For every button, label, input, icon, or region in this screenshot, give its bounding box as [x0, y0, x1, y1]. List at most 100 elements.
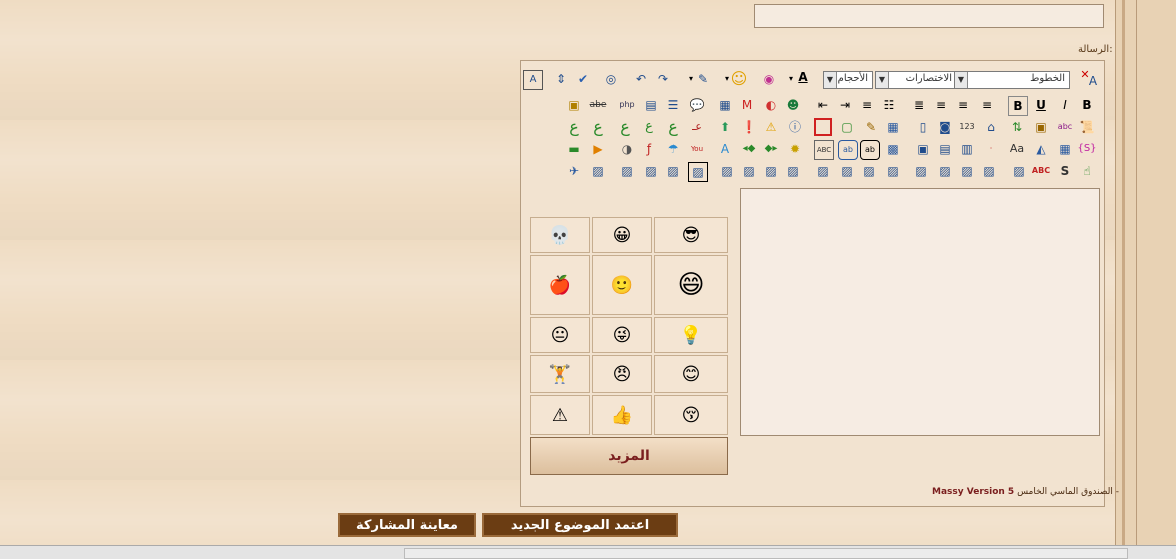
- green-letter-3-icon[interactable]: ع: [616, 118, 634, 136]
- font-select[interactable]: ▼ الخطوط: [954, 71, 1070, 89]
- css-icon[interactable]: {S}: [1077, 140, 1096, 158]
- smilie-blush[interactable]: 😚: [654, 395, 728, 435]
- info-icon[interactable]: ⓘ: [786, 118, 804, 136]
- scroll-icon[interactable]: 📜: [1078, 118, 1096, 136]
- size-select[interactable]: ▼ الأحجام: [823, 71, 873, 89]
- undo-icon[interactable]: ↶: [632, 70, 650, 88]
- gallery-17-icon[interactable]: ▨: [980, 162, 998, 180]
- translate-icon[interactable]: ◎: [602, 70, 620, 88]
- sparkle-icon[interactable]: ✹: [786, 140, 804, 158]
- more-smilies-button[interactable]: المزيد: [530, 437, 728, 475]
- code-icon[interactable]: ☰: [664, 96, 682, 114]
- video-icon[interactable]: ☂: [664, 140, 682, 158]
- redo-icon[interactable]: ↷: [654, 70, 672, 88]
- email-icon[interactable]: M: [738, 96, 756, 114]
- color-wheel-icon[interactable]: ◉: [760, 70, 778, 88]
- gallery-13-icon[interactable]: ▨: [884, 162, 902, 180]
- move-right-icon[interactable]: ◆▸: [762, 140, 780, 158]
- sound-icon[interactable]: ◑: [618, 140, 636, 158]
- green-letter-5-icon[interactable]: ع: [664, 118, 682, 136]
- lock-icon[interactable]: ▣: [565, 96, 583, 114]
- image-icon[interactable]: ▦: [716, 96, 734, 114]
- upload-icon[interactable]: ⬆: [716, 118, 734, 136]
- document-icon[interactable]: ▯: [914, 118, 932, 136]
- html-icon[interactable]: ▤: [642, 96, 660, 114]
- gallery-4-icon[interactable]: ▨: [664, 162, 682, 180]
- underline-icon[interactable]: U: [1032, 96, 1050, 114]
- smilie-thumbs-up[interactable]: 👍: [592, 395, 652, 435]
- shortcuts-select[interactable]: ▼ الاختصارات: [875, 71, 957, 89]
- layout-1-icon[interactable]: ▣: [914, 140, 932, 158]
- abc-style-icon[interactable]: abc: [1056, 118, 1074, 136]
- font-case-icon[interactable]: Aa: [1008, 140, 1026, 158]
- smilie-cool[interactable]: 😎: [654, 217, 728, 253]
- mosque-icon[interactable]: ⌂: [982, 118, 1000, 136]
- gallery-18-icon[interactable]: ▨: [1010, 162, 1028, 180]
- picture-icon[interactable]: ▦: [1056, 140, 1074, 158]
- youtube-icon[interactable]: You: [688, 140, 706, 158]
- justify-icon[interactable]: ≣: [910, 96, 928, 114]
- bold-box-icon[interactable]: B: [1008, 96, 1028, 116]
- flash-icon[interactable]: ◐: [762, 96, 780, 114]
- camera-icon[interactable]: ◙: [936, 118, 954, 136]
- italic-icon[interactable]: I: [1056, 96, 1074, 114]
- frame-icon[interactable]: ▣: [1032, 118, 1050, 136]
- red-letter-icon[interactable]: عـ: [688, 118, 706, 136]
- red-box-icon[interactable]: [814, 118, 832, 136]
- bullet-list-icon[interactable]: ☷: [880, 96, 898, 114]
- ab-button-2-icon[interactable]: ab: [860, 140, 880, 160]
- outdent-icon[interactable]: ⇤: [814, 96, 832, 114]
- flash-player-icon[interactable]: ƒ: [640, 140, 658, 158]
- smilie-smile[interactable]: 🙂: [592, 255, 652, 315]
- layout-2-icon[interactable]: ▤: [936, 140, 954, 158]
- gallery-3-icon[interactable]: ▨: [642, 162, 660, 180]
- gallery-1-icon[interactable]: ▨: [589, 162, 607, 180]
- smilie-wink[interactable]: 😜: [592, 317, 652, 353]
- user-icon[interactable]: ☻: [784, 96, 802, 114]
- gallery-7-icon[interactable]: ▨: [740, 162, 758, 180]
- smilie-lightbulb[interactable]: 💡: [654, 317, 728, 353]
- gallery-14-icon[interactable]: ▨: [912, 162, 930, 180]
- smilie-happy[interactable]: 😊: [654, 355, 728, 393]
- error-icon[interactable]: ❗: [740, 118, 758, 136]
- gallery-12-icon[interactable]: ▨: [860, 162, 878, 180]
- strikethrough-s-icon[interactable]: S: [1056, 162, 1074, 180]
- font-style-icon[interactable]: A: [716, 140, 734, 158]
- font-color-icon[interactable]: A: [794, 68, 812, 86]
- warning-triangle-icon[interactable]: ⚠: [762, 118, 780, 136]
- abc-button-icon[interactable]: ABC: [814, 140, 834, 160]
- smilie-skull[interactable]: 💀: [530, 217, 590, 253]
- green-letter-1-icon[interactable]: ع: [565, 118, 583, 136]
- resize-icon[interactable]: ⇕: [552, 70, 570, 88]
- paint-icon[interactable]: ◭: [1032, 140, 1050, 158]
- indent-icon[interactable]: ⇥: [836, 96, 854, 114]
- horizontal-rule-icon[interactable]: ▬: [565, 140, 583, 158]
- gallery-9-icon[interactable]: ▨: [784, 162, 802, 180]
- table-icon[interactable]: ▦: [884, 118, 902, 136]
- smilie-weights[interactable]: 🏋: [530, 355, 590, 393]
- sort-icon[interactable]: ⇅: [1008, 118, 1026, 136]
- font-size-icon[interactable]: A: [1084, 72, 1102, 90]
- move-left-icon[interactable]: ◂◆: [740, 140, 758, 158]
- hand-pointer-icon[interactable]: ☝: [1078, 162, 1096, 180]
- spray-icon[interactable]: ✈: [565, 162, 583, 180]
- form-icon[interactable]: ▩: [884, 140, 902, 158]
- align-right-icon[interactable]: ≡: [932, 96, 950, 114]
- title-input[interactable]: [754, 4, 1104, 28]
- gallery-16-icon[interactable]: ▨: [958, 162, 976, 180]
- green-letter-2-icon[interactable]: ع: [589, 118, 607, 136]
- layout-3-icon[interactable]: ▥: [958, 140, 976, 158]
- gallery-15-icon[interactable]: ▨: [936, 162, 954, 180]
- smilie-idea-face[interactable]: 😐: [530, 317, 590, 353]
- gallery-8-icon[interactable]: ▨: [762, 162, 780, 180]
- smilie-warning[interactable]: ⚠: [530, 395, 590, 435]
- page-icon[interactable]: ▢: [838, 118, 856, 136]
- smilie-driver[interactable]: 😄: [654, 255, 728, 315]
- strike-icon[interactable]: abe: [589, 96, 607, 114]
- dot-icon[interactable]: ·: [982, 140, 1000, 158]
- smilie-icon[interactable]: ☺: [730, 70, 748, 88]
- align-left-icon[interactable]: ≡: [978, 96, 996, 114]
- ab-button-1-icon[interactable]: ab: [838, 140, 858, 160]
- submit-topic-button[interactable]: اعتمد الموضوع الجديد: [482, 513, 678, 537]
- spellcheck-icon[interactable]: ✔: [574, 70, 592, 88]
